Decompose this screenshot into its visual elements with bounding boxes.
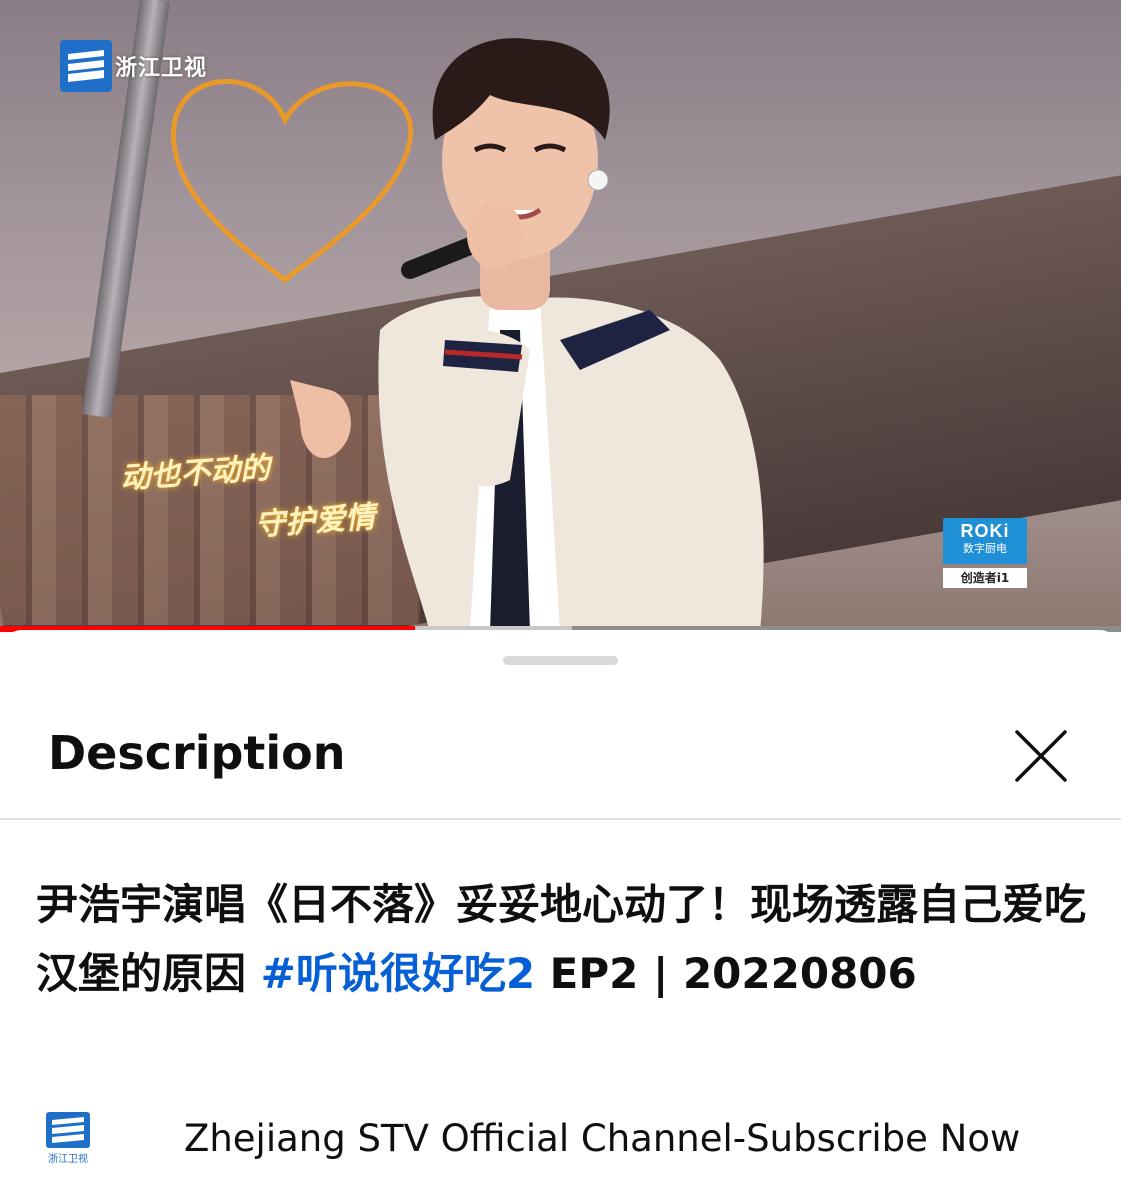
lyric-line-2: 守护爱情 (254, 499, 377, 544)
close-icon (1015, 730, 1067, 782)
channel-logo-text: 浙江卫视 (48, 1152, 88, 1164)
sponsor-brand: ROKi (960, 521, 1010, 541)
zhejiang-tv-logo-icon (60, 40, 112, 92)
description-sheet: Description 尹浩宇演唱《日不落》妥妥地心动了！现场透露自己爱吃汉堡的… (0, 630, 1121, 1200)
channel-name[interactable]: Zhejiang STV Official Channel-Subscribe … (184, 1117, 1020, 1160)
hashtag-link[interactable]: #听说很好吃2 (261, 949, 535, 998)
video-player[interactable]: 浙江卫视 动也不动的 守护爱情 ROKi 数字厨电 创造者i1 (0, 0, 1121, 632)
channel-row[interactable]: 浙江卫视 Zhejiang STV Official Channel-Subsc… (44, 1108, 1104, 1168)
drag-handle[interactable] (503, 656, 618, 665)
channel-avatar-icon[interactable]: 浙江卫视 (44, 1112, 92, 1164)
sheet-header-title: Description (48, 726, 346, 780)
sponsor-model: 创造者i1 (943, 568, 1027, 588)
video-title-tail: EP2 | 20220806 (535, 949, 917, 998)
header-divider (0, 818, 1121, 820)
sponsor-badge: ROKi 数字厨电 创造者i1 (943, 518, 1027, 588)
sponsor-sub: 数字厨电 (963, 542, 1007, 555)
video-title: 尹浩宇演唱《日不落》妥妥地心动了！现场透露自己爱吃汉堡的原因 #听说很好吃2 E… (36, 870, 1086, 1008)
close-button[interactable] (1010, 725, 1072, 787)
